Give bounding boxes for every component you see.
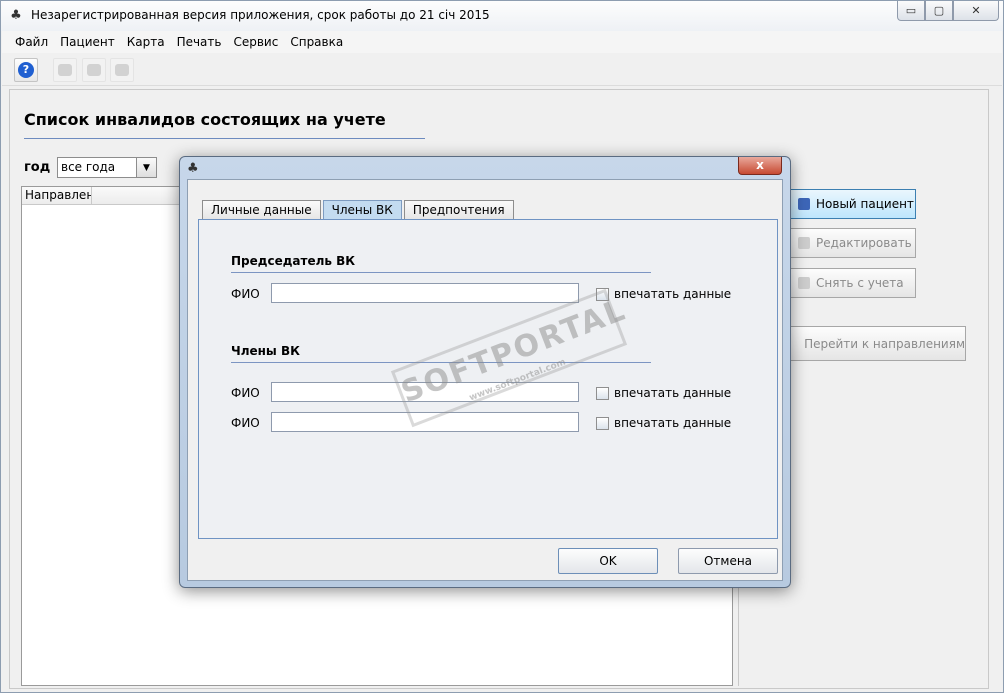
window-controls: ▭ ▢ ✕ — [897, 1, 999, 21]
member2-fio-label: ФИО — [231, 416, 260, 430]
menu-card[interactable]: Карта — [127, 35, 165, 49]
title-bar: ♣ Незарегистрированная версия приложения… — [1, 1, 1003, 31]
dialog-close-button[interactable]: x — [738, 157, 782, 175]
title-divider — [24, 138, 425, 139]
menu-patient[interactable]: Пациент — [60, 35, 115, 49]
softportal-watermark: SOFTPORTAL www.softportal.com — [390, 288, 631, 428]
minimize-button[interactable]: ▭ — [897, 1, 925, 21]
help-icon: ? — [18, 62, 34, 78]
dialog-tabs: Личные данные Члены ВК Предпочтения — [202, 200, 516, 219]
hand-icon — [58, 64, 72, 76]
menu-print[interactable]: Печать — [177, 35, 222, 49]
menu-bar: Файл Пациент Карта Печать Сервис Справка — [2, 31, 1002, 53]
vk-members-panel: Председатель ВК ФИО впечатать данные Чле… — [198, 219, 778, 539]
edit-icon — [798, 237, 810, 249]
member1-print-checkbox[interactable] — [596, 387, 609, 400]
edit-label: Редактировать — [816, 236, 912, 250]
close-button[interactable]: ✕ — [953, 1, 999, 21]
vk-members-dialog: ♣ x Личные данные Члены ВК Предпочтения … — [179, 156, 791, 588]
toolbar-button-disabled-2[interactable] — [82, 58, 106, 82]
cancel-button[interactable]: Отмена — [678, 548, 778, 574]
tab-vk-members[interactable]: Члены ВК — [322, 200, 402, 219]
toolbar-button-disabled-3[interactable] — [110, 58, 134, 82]
dialog-body: Личные данные Члены ВК Предпочтения Пред… — [187, 179, 783, 581]
user-remove-icon — [798, 277, 810, 289]
goto-referrals-button[interactable]: Перейти к направлениям — [787, 326, 966, 361]
member1-fio-label: ФИО — [231, 386, 260, 400]
tab-personal-data[interactable]: Личные данные — [202, 200, 321, 219]
chairman-print-label: впечатать данные — [614, 287, 732, 301]
user-add-icon — [798, 198, 810, 210]
remove-from-register-button[interactable]: Снять с учета — [787, 268, 916, 298]
column-header-referred[interactable]: Направлен — [22, 187, 92, 204]
window-title: Незарегистрированная версия приложения, … — [31, 8, 490, 22]
app-icon: ♣ — [10, 8, 22, 23]
menu-file[interactable]: Файл — [15, 35, 48, 49]
goto-referrals-label: Перейти к направлениям — [804, 336, 965, 351]
new-patient-label: Новый пациент — [816, 197, 914, 211]
chairman-fio-label: ФИО — [231, 287, 260, 301]
chairman-divider — [231, 272, 651, 273]
chevron-down-icon[interactable]: ▼ — [136, 158, 156, 177]
edit-button[interactable]: Редактировать — [787, 228, 916, 258]
chairman-section-title: Председатель ВК — [231, 254, 356, 268]
disk-icon — [87, 64, 101, 76]
app-icon: ♣ — [187, 161, 199, 176]
menu-service[interactable]: Сервис — [233, 35, 278, 49]
toolbar-button-disabled-1[interactable] — [53, 58, 77, 82]
member1-print-label: впечатать данные — [614, 386, 732, 400]
maximize-button[interactable]: ▢ — [925, 1, 953, 21]
menu-help[interactable]: Справка — [290, 35, 343, 49]
member2-print-checkbox[interactable] — [596, 417, 609, 430]
tab-preferences[interactable]: Предпочтения — [403, 200, 514, 219]
chairman-fio-input[interactable] — [271, 283, 579, 303]
new-patient-button[interactable]: Новый пациент — [787, 189, 916, 219]
remove-label: Снять с учета — [816, 276, 904, 290]
shield-icon — [115, 64, 129, 76]
ok-button[interactable]: OK — [558, 548, 658, 574]
year-select-value: все года — [61, 160, 116, 174]
page-title: Список инвалидов состоящих на учете — [24, 110, 386, 129]
toolbar: ? — [2, 54, 1002, 86]
help-button[interactable]: ? — [14, 58, 38, 82]
members-section-title: Члены ВК — [231, 344, 300, 358]
year-label: год — [24, 160, 51, 175]
year-select[interactable]: все года ▼ — [57, 157, 157, 178]
member2-print-label: впечатать данные — [614, 416, 732, 430]
